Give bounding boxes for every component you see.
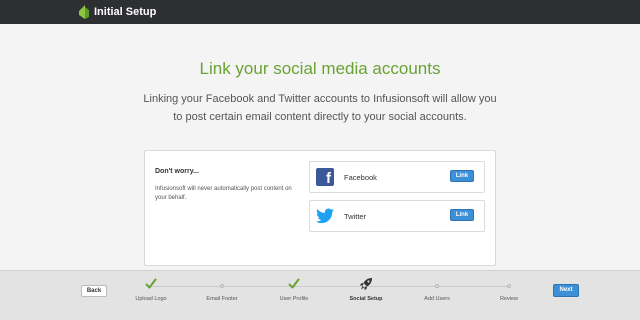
step-review: Review <box>469 277 549 302</box>
checkmark-icon <box>288 278 300 289</box>
next-button[interactable]: Next <box>553 284 579 297</box>
step-user-profile: User Profile <box>254 277 334 302</box>
facebook-label: Facebook <box>344 173 377 182</box>
checkmark-icon <box>145 278 157 289</box>
facebook-account-row: f Facebook Link <box>309 161 485 193</box>
card-body: Infusionsoft will never automatically po… <box>155 186 292 201</box>
step-add-users: Add Users <box>397 277 477 302</box>
step-label: Social Setup <box>349 296 383 302</box>
facebook-link-button[interactable]: Link <box>450 170 474 182</box>
step-label: Add Users <box>424 296 450 302</box>
app-title: Initial Setup <box>94 6 157 18</box>
twitter-label: Twitter <box>344 212 367 221</box>
twitter-icon <box>316 208 334 224</box>
step-upload-logo: Upload Logo <box>111 277 191 302</box>
page-description: Linking your Facebook and Twitter accoun… <box>143 93 497 123</box>
step-label: Review <box>499 296 519 302</box>
step-social-setup: Social Setup <box>326 277 406 302</box>
page-title: Link your social media accounts <box>199 59 441 78</box>
step-dot <box>220 284 224 288</box>
step-dot <box>435 284 439 288</box>
step-label: Email Footer <box>206 296 238 302</box>
step-email-footer: Email Footer <box>182 277 262 302</box>
facebook-icon: f <box>316 168 334 186</box>
step-dot <box>507 284 511 288</box>
infusionsoft-leaf-icon <box>79 5 89 19</box>
social-accounts-card: Don't worry... Infusionsoft will never a… <box>144 150 496 266</box>
footer-stepper-bar: Back Upload Logo Email Footer User Profi… <box>0 270 640 320</box>
rocket-icon <box>360 278 372 290</box>
main-content: Link your social media accounts Linking … <box>0 24 640 270</box>
twitter-account-row: Twitter Link <box>309 200 485 232</box>
step-label: Upload Logo <box>135 296 167 302</box>
step-label: User Profile <box>279 296 309 302</box>
card-title: Don't worry... <box>155 168 199 175</box>
back-button[interactable]: Back <box>81 285 107 297</box>
twitter-link-button[interactable]: Link <box>450 209 474 221</box>
top-bar: Initial Setup <box>0 0 640 24</box>
